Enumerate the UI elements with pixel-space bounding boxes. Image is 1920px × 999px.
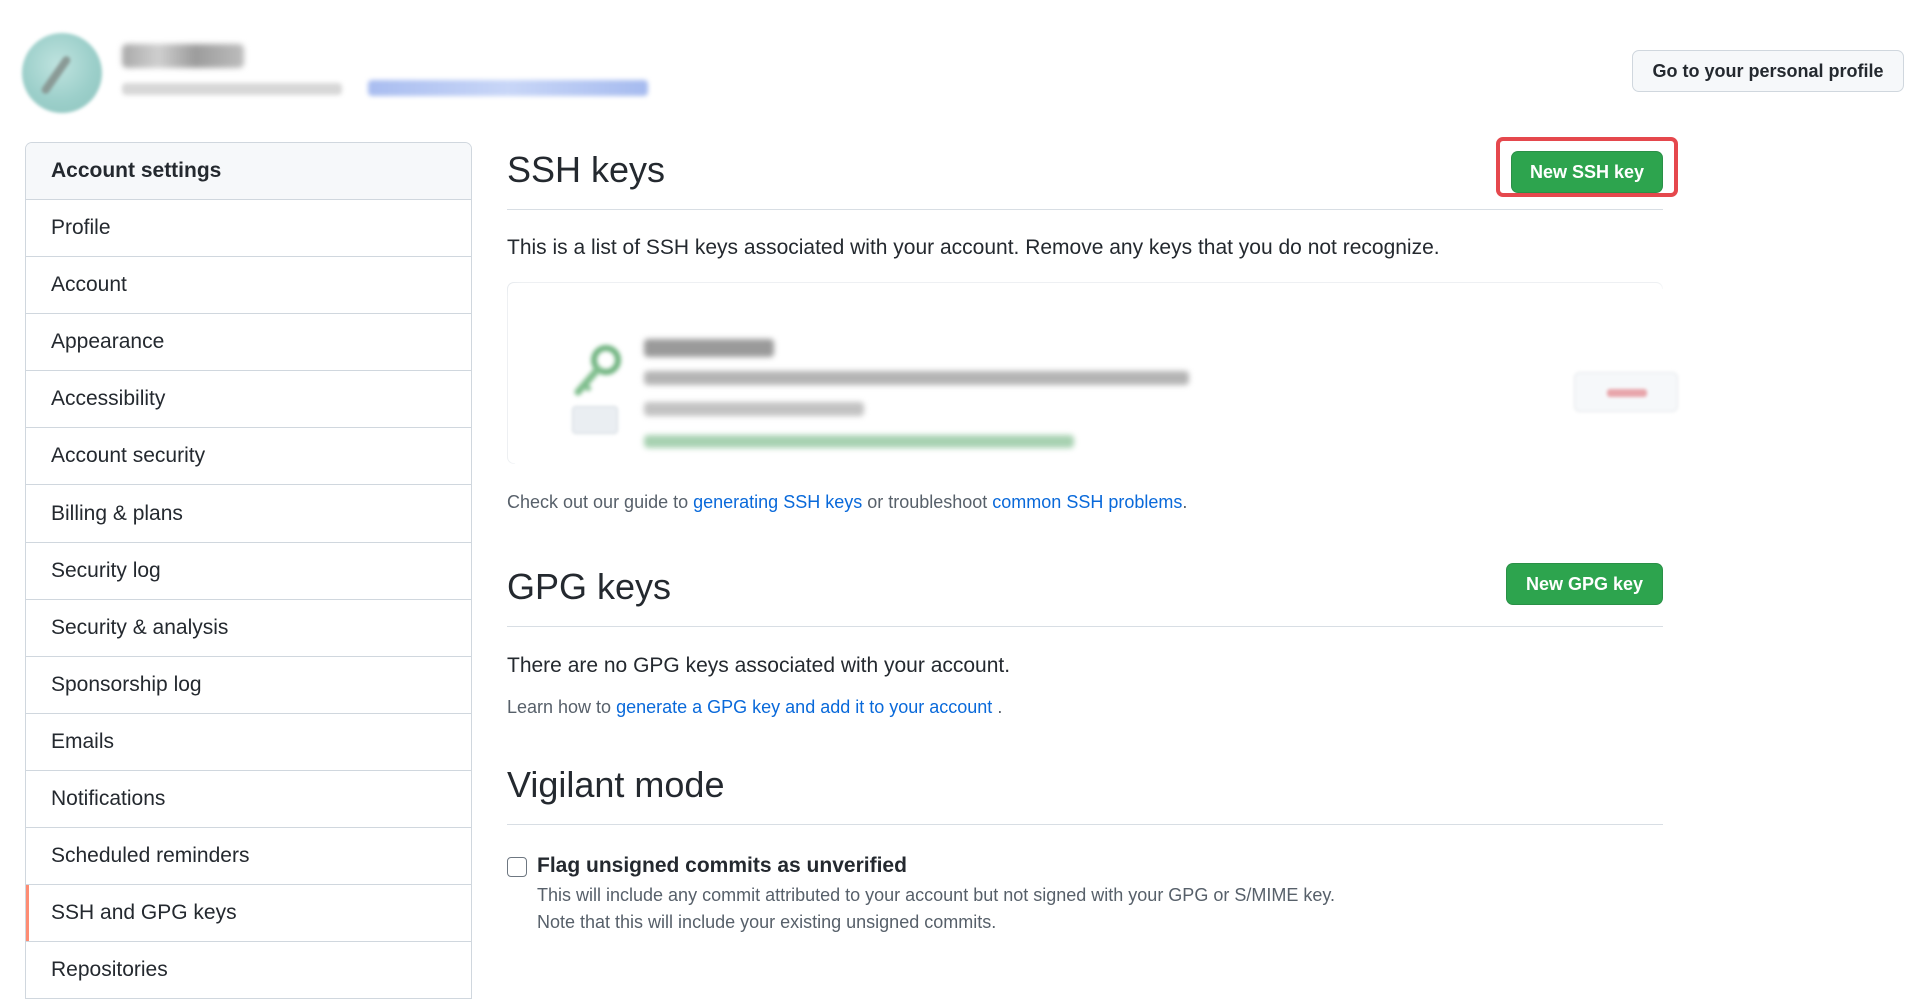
sidebar-item-sponsorship-log[interactable]: Sponsorship log xyxy=(26,656,471,714)
blurred-key-last-used xyxy=(644,435,1074,448)
ssh-keys-section: SSH keys New SSH key This is a list of S… xyxy=(507,130,1684,513)
key-type-badge xyxy=(572,406,618,434)
vigilant-mode-section: Vigilant mode Flag unsigned commits as u… xyxy=(507,752,1663,933)
ssh-key-card xyxy=(507,282,1684,465)
gpg-learn-prefix: Learn how to xyxy=(507,697,617,717)
vigilant-mode-option: Flag unsigned commits as unverified This… xyxy=(507,853,1663,933)
blurred-key-title xyxy=(644,339,774,357)
generate-gpg-key-link[interactable]: generate a GPG key and add it to your ac… xyxy=(616,697,992,717)
gpg-learn-suffix: . xyxy=(992,697,1003,717)
sidebar-item-billing[interactable]: Billing & plans xyxy=(26,485,471,543)
sidebar-item-accessibility[interactable]: Accessibility xyxy=(26,371,471,429)
sidebar-item-profile[interactable]: Profile xyxy=(26,200,471,258)
key-icon xyxy=(574,345,621,396)
vigilant-note-line-2: Note that this will include your existin… xyxy=(537,912,997,932)
sidebar-item-account-security[interactable]: Account security xyxy=(26,428,471,486)
blurred-switch-account-link[interactable] xyxy=(368,80,648,96)
sidebar-item-appearance[interactable]: Appearance xyxy=(26,314,471,372)
flag-unsigned-commits-label[interactable]: Flag unsigned commits as unverified xyxy=(537,853,1663,879)
ssh-guide-prefix: Check out our guide to xyxy=(507,492,694,512)
delete-key-button[interactable] xyxy=(1574,372,1678,412)
main-content: SSH keys New SSH key This is a list of S… xyxy=(507,130,1684,933)
ssh-keys-description: This is a list of SSH keys associated wi… xyxy=(507,236,1440,259)
ssh-keys-title: SSH keys xyxy=(507,149,666,190)
vigilant-mode-header: Vigilant mode xyxy=(507,752,1663,825)
sidebar-item-emails[interactable]: Emails xyxy=(26,713,471,771)
gpg-keys-title: GPG keys xyxy=(507,566,672,607)
sidebar-item-ssh-gpg-keys[interactable]: SSH and GPG keys xyxy=(26,885,471,943)
ssh-keys-header: SSH keys New SSH key xyxy=(507,130,1678,210)
blurred-ssh-key xyxy=(514,289,1684,465)
gpg-keys-header: GPG keys New GPG key xyxy=(507,537,1663,627)
ssh-guide-suffix: . xyxy=(1182,492,1188,512)
go-to-profile-button[interactable]: Go to your personal profile xyxy=(1632,50,1904,92)
sidebar-item-notifications[interactable]: Notifications xyxy=(26,770,471,829)
blurred-account-type xyxy=(122,83,342,95)
gpg-keys-section: GPG keys New GPG key There are no GPG ke… xyxy=(507,537,1663,718)
flag-unsigned-commits-checkbox[interactable] xyxy=(507,857,527,877)
blurred-key-added-date xyxy=(644,402,864,416)
common-ssh-problems-link[interactable]: common SSH problems xyxy=(992,492,1182,512)
sidebar-heading: Account settings xyxy=(26,143,471,200)
vigilant-note-line-1: This will include any commit attributed … xyxy=(537,885,1336,905)
settings-sidebar: Account settings Profile Account Appeara… xyxy=(25,142,472,999)
sidebar-item-account[interactable]: Account xyxy=(26,257,471,315)
sidebar-item-scheduled-reminders[interactable]: Scheduled reminders xyxy=(26,828,471,886)
vigilant-mode-title: Vigilant mode xyxy=(507,764,725,805)
ssh-guide-middle: or troubleshoot xyxy=(862,492,993,512)
sidebar-item-security-analysis[interactable]: Security & analysis xyxy=(26,599,471,657)
ssh-guide-text: Check out our guide to generating SSH ke… xyxy=(507,492,1663,513)
generating-ssh-keys-link[interactable]: generating SSH keys xyxy=(693,492,862,512)
gpg-empty-text: There are no GPG keys associated with yo… xyxy=(507,654,1011,677)
gpg-learn-text: Learn how to generate a GPG key and add … xyxy=(507,697,1663,718)
vigilant-mode-note: This will include any commit attributed … xyxy=(537,882,1663,936)
new-gpg-key-button[interactable]: New GPG key xyxy=(1506,563,1663,605)
avatar[interactable] xyxy=(22,33,102,113)
new-ssh-key-button[interactable]: New SSH key xyxy=(1511,151,1663,193)
blurred-username xyxy=(122,44,244,68)
page-header: Go to your personal profile xyxy=(0,0,1920,125)
blurred-key-fingerprint xyxy=(644,371,1189,385)
sidebar-item-repositories[interactable]: Repositories xyxy=(26,942,471,999)
sidebar-item-security-log[interactable]: Security log xyxy=(26,542,471,600)
